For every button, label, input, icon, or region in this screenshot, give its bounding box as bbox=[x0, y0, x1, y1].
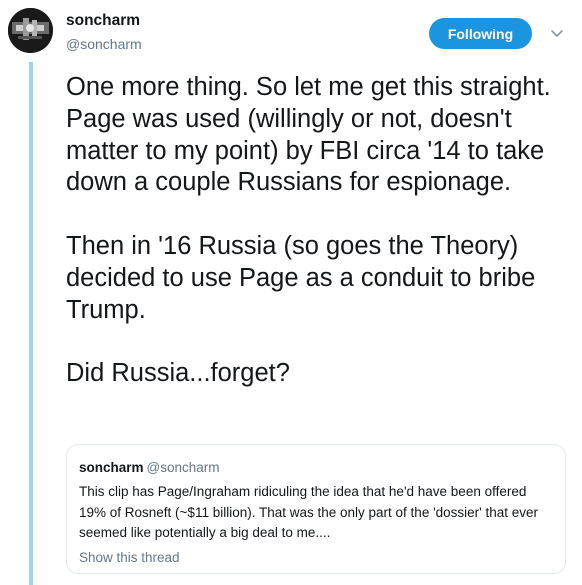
chevron-down-icon[interactable] bbox=[550, 27, 564, 41]
author-name[interactable]: soncharm bbox=[66, 12, 140, 30]
quoted-tweet-header: soncharm @soncharm bbox=[79, 459, 553, 477]
quoted-author-handle: @soncharm bbox=[146, 460, 220, 475]
tweet-paragraph: Then in '16 Russia (so goes the Theory) … bbox=[66, 231, 536, 324]
quoted-tweet-text: This clip has Page/Ingraham ridiculing t… bbox=[79, 484, 539, 540]
tweet-text: One more thing. So let me get this strai… bbox=[66, 72, 572, 390]
avatar-image bbox=[8, 8, 53, 53]
quoted-tweet-card[interactable]: soncharm @soncharm This clip has Page/Ing… bbox=[66, 444, 566, 574]
thread-connector-line bbox=[29, 62, 33, 585]
tweet-paragraph: Did Russia...forget? bbox=[66, 359, 290, 388]
tweet-paragraph: One more thing. So let me get this strai… bbox=[66, 73, 551, 197]
quoted-author-name: soncharm bbox=[79, 460, 144, 475]
show-thread-link[interactable]: Show this thread bbox=[79, 550, 553, 565]
author-handle[interactable]: @soncharm bbox=[66, 36, 142, 52]
following-button[interactable]: Following bbox=[429, 18, 532, 49]
avatar[interactable] bbox=[8, 8, 53, 53]
